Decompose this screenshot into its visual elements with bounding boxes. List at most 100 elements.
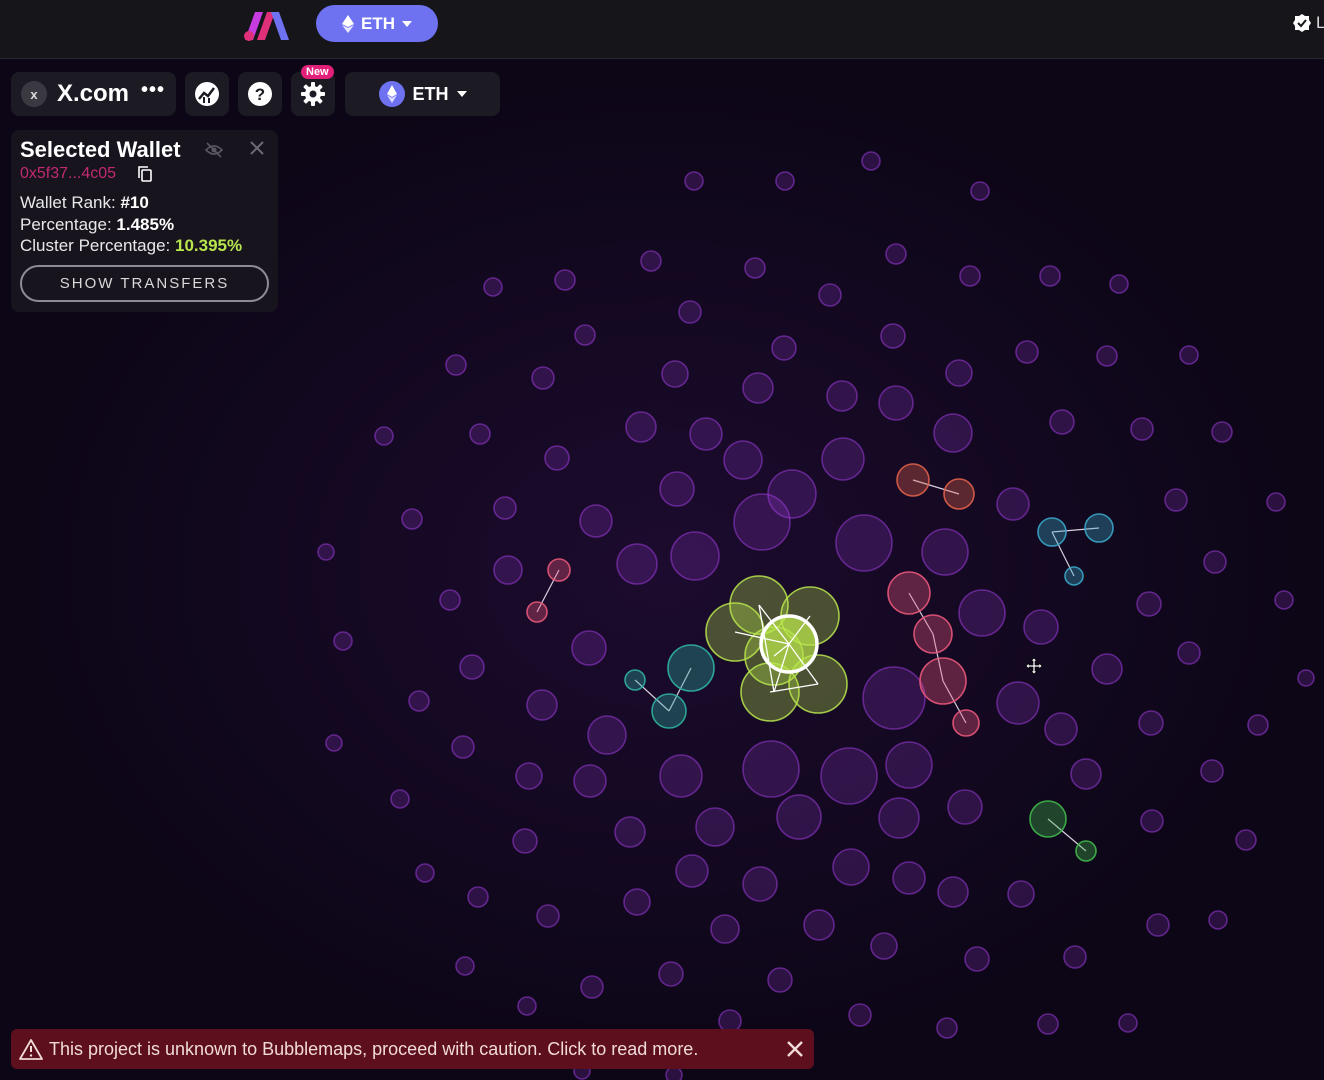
wallet-bubble[interactable] — [515, 762, 543, 790]
wallet-bubble[interactable] — [945, 359, 973, 387]
wallet-bubble[interactable] — [451, 735, 475, 759]
wallet-bubble[interactable] — [517, 996, 537, 1016]
user-menu-label[interactable]: L — [1316, 13, 1324, 33]
wallet-bubble[interactable] — [933, 413, 973, 453]
wallet-bubble[interactable] — [658, 961, 684, 987]
wallet-bubble[interactable] — [455, 956, 475, 976]
wallet-bubble[interactable] — [684, 171, 704, 191]
cluster-bubble[interactable] — [887, 571, 931, 615]
cluster-bubble[interactable] — [547, 558, 571, 582]
wallet-bubble[interactable] — [614, 816, 646, 848]
wallet-bubble[interactable] — [554, 269, 576, 291]
wallet-bubble[interactable] — [733, 493, 791, 551]
show-transfers-button[interactable]: SHOW TRANSFERS — [20, 265, 269, 302]
wallet-bubble[interactable] — [1015, 340, 1039, 364]
wallet-bubble[interactable] — [616, 543, 658, 585]
wallet-bubble[interactable] — [742, 740, 800, 798]
wallet-bubble[interactable] — [580, 975, 604, 999]
cluster-bubble[interactable] — [952, 709, 980, 737]
wallet-bubble[interactable] — [1179, 345, 1199, 365]
wallet-bubble[interactable] — [544, 445, 570, 471]
wallet-bubble[interactable] — [885, 741, 933, 789]
cluster-bubble[interactable] — [651, 693, 687, 729]
wallet-bubble[interactable] — [571, 630, 607, 666]
token-selector[interactable]: x X.com ••• — [11, 72, 176, 116]
wallet-bubble[interactable] — [493, 496, 517, 520]
wallet-bubble[interactable] — [415, 863, 435, 883]
wallet-bubble[interactable] — [870, 932, 898, 960]
wallet-bubble[interactable] — [771, 335, 797, 361]
cluster-bubble[interactable] — [1075, 840, 1097, 862]
cluster-bubble[interactable] — [919, 657, 967, 705]
wallet-bubble[interactable] — [1266, 492, 1286, 512]
wallet-bubble[interactable] — [742, 866, 778, 902]
help-button[interactable]: ? — [238, 72, 282, 116]
wallet-bubble[interactable] — [878, 797, 920, 839]
wallet-bubble[interactable] — [401, 508, 423, 530]
wallet-bubble[interactable] — [775, 171, 795, 191]
wallet-bubble[interactable] — [958, 589, 1006, 637]
chain-selector[interactable]: ETH — [316, 5, 438, 42]
wallet-bubble[interactable] — [936, 1017, 958, 1039]
wallet-bubble[interactable] — [408, 690, 430, 712]
wallet-bubble[interactable] — [964, 946, 990, 972]
wallet-bubble[interactable] — [670, 531, 720, 581]
wallet-bubble[interactable] — [1138, 710, 1164, 736]
wallet-bubble[interactable] — [818, 283, 842, 307]
wallet-bubble[interactable] — [317, 543, 335, 561]
wallet-bubble[interactable] — [970, 181, 990, 201]
wallet-bubble[interactable] — [1007, 880, 1035, 908]
wallet-bubble[interactable] — [659, 754, 703, 798]
wallet-bubble[interactable] — [1235, 829, 1257, 851]
wallet-bubble[interactable] — [1023, 609, 1059, 645]
wallet-bubble[interactable] — [1130, 417, 1154, 441]
wallet-bubble[interactable] — [744, 257, 766, 279]
wallet-bubble[interactable] — [1070, 758, 1102, 790]
wallet-bubble[interactable] — [333, 631, 353, 651]
wallet-bubble[interactable] — [659, 471, 695, 507]
wallet-bubble[interactable] — [723, 440, 763, 480]
copy-icon[interactable] — [138, 166, 152, 182]
wallet-bubble[interactable] — [1037, 1013, 1059, 1035]
wallet-bubble[interactable] — [625, 411, 657, 443]
wallet-bubble[interactable] — [1177, 641, 1201, 665]
wallet-bubble[interactable] — [1208, 910, 1228, 930]
wallet-bubble[interactable] — [820, 747, 878, 805]
wallet-bubble[interactable] — [1274, 590, 1294, 610]
wallet-bubble[interactable] — [1211, 421, 1233, 443]
wallet-bubble[interactable] — [661, 360, 689, 388]
wallet-bubble[interactable] — [374, 426, 394, 446]
wallet-bubble[interactable] — [885, 243, 907, 265]
wallet-bubble[interactable] — [947, 789, 983, 825]
wallet-bubble[interactable] — [573, 764, 607, 798]
wallet-bubble[interactable] — [390, 789, 410, 809]
close-icon[interactable] — [786, 1040, 804, 1058]
wallet-bubble[interactable] — [469, 423, 491, 445]
cluster-bubble[interactable] — [1084, 513, 1114, 543]
wallet-bubble[interactable] — [1049, 409, 1075, 435]
eye-off-icon[interactable] — [204, 141, 224, 159]
wallet-bubble[interactable] — [459, 654, 485, 680]
wallet-bubble[interactable] — [996, 681, 1040, 725]
wallet-bubble[interactable] — [878, 385, 914, 421]
wallet-bubble[interactable] — [835, 514, 893, 572]
cluster-bubble[interactable] — [943, 478, 975, 510]
wallet-bubble[interactable] — [1096, 345, 1118, 367]
wallet-bubble[interactable] — [526, 689, 558, 721]
wallet-bubble[interactable] — [1091, 653, 1123, 685]
wallet-bubble[interactable] — [1044, 712, 1078, 746]
cluster-bubble[interactable] — [913, 614, 953, 654]
wallet-bubble[interactable] — [1203, 550, 1227, 574]
wallet-bubble[interactable] — [710, 914, 740, 944]
network-selector[interactable]: ETH — [345, 72, 500, 116]
wallet-bubble[interactable] — [776, 794, 822, 840]
verified-badge-icon[interactable] — [1292, 13, 1312, 33]
wallet-bubble[interactable] — [848, 1003, 872, 1027]
wallet-bubble[interactable] — [512, 828, 538, 854]
wallet-bubble[interactable] — [1146, 913, 1170, 937]
wallet-bubble[interactable] — [880, 323, 906, 349]
close-icon[interactable] — [249, 140, 265, 156]
wallet-bubble[interactable] — [536, 904, 560, 928]
cluster-bubble[interactable] — [526, 601, 548, 623]
wallet-bubble[interactable] — [937, 876, 969, 908]
